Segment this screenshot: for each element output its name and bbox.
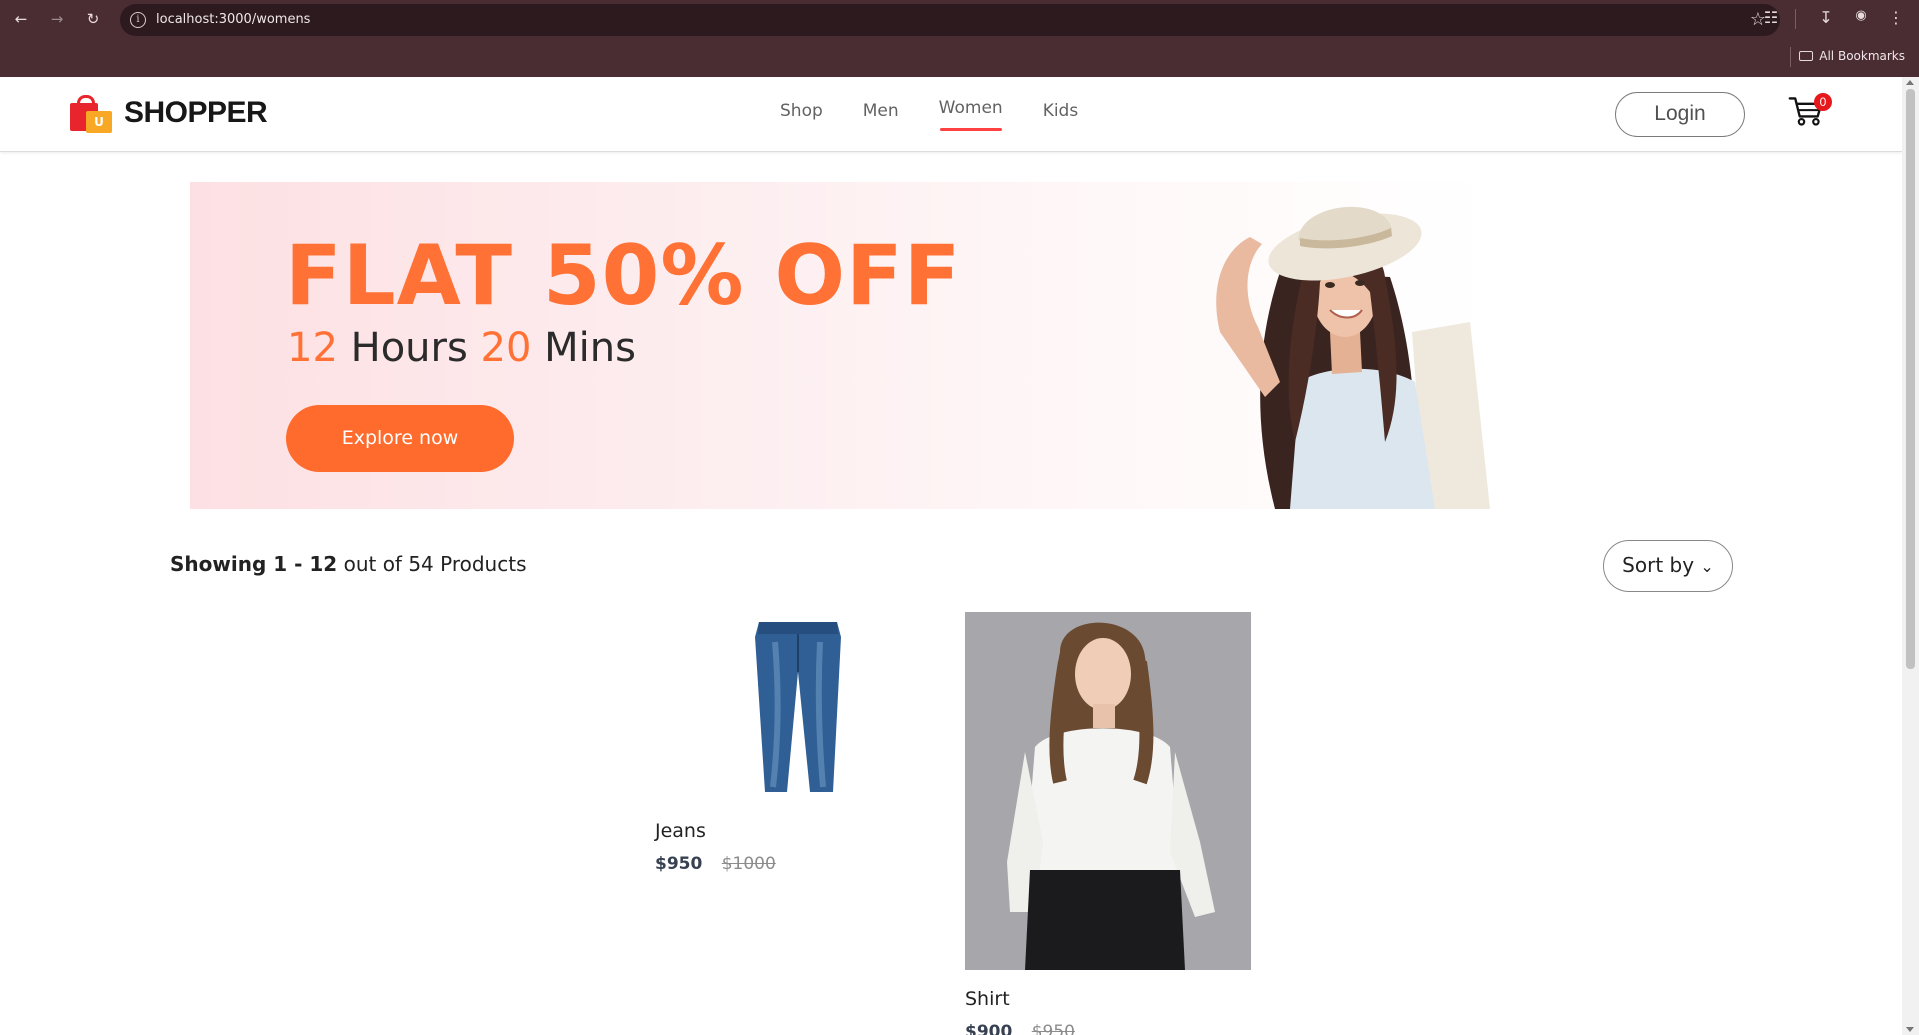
bookmarks-bar: All Bookmarks bbox=[0, 38, 1919, 77]
login-button[interactable]: Login bbox=[1615, 92, 1745, 137]
product-new-price: $950 bbox=[655, 854, 703, 874]
download-icon[interactable]: ↧ bbox=[1815, 8, 1837, 27]
product-prices: $950 $1000 bbox=[655, 854, 915, 874]
bookmarks-separator bbox=[1790, 47, 1791, 67]
folder-icon bbox=[1799, 51, 1814, 61]
product-old-price: $1000 bbox=[721, 854, 776, 874]
chevron-down-icon: ⌄ bbox=[1700, 557, 1714, 576]
product-image[interactable] bbox=[965, 612, 1251, 970]
nav-menu: Shop Men Women Kids bbox=[780, 98, 1118, 131]
product-card[interactable]: Shirt $900 $950 bbox=[965, 612, 1251, 1035]
countdown-hours-label: Hours bbox=[350, 325, 468, 371]
product-card[interactable]: Jeans $950 $1000 bbox=[655, 612, 915, 874]
countdown-mins-value: 20 bbox=[480, 325, 532, 371]
profile-icon[interactable]: ◉ bbox=[1850, 8, 1872, 23]
product-prices: $900 $950 bbox=[965, 1022, 1251, 1035]
promo-banner: FLAT 50% OFF 12 Hours 20 Mins Explore no… bbox=[190, 182, 1720, 509]
jeans-image bbox=[755, 622, 841, 792]
product-old-price: $950 bbox=[1031, 1022, 1075, 1035]
toolbar-separator bbox=[1795, 9, 1796, 29]
forward-icon[interactable]: → bbox=[46, 8, 68, 30]
shopping-bag-icon: U bbox=[70, 93, 112, 133]
nav-item-kids[interactable]: Kids bbox=[1043, 101, 1079, 121]
shirt-image bbox=[965, 612, 1251, 970]
banner-model-image bbox=[1216, 206, 1490, 509]
nav-item-men[interactable]: Men bbox=[863, 101, 899, 121]
product-image[interactable] bbox=[655, 612, 915, 802]
cart-count-badge: 0 bbox=[1814, 93, 1832, 111]
banner-countdown: 12 Hours 20 Mins bbox=[287, 325, 636, 371]
explore-now-button[interactable]: Explore now bbox=[286, 405, 514, 472]
product-new-price: $900 bbox=[965, 1022, 1013, 1035]
cart-button[interactable]: 0 bbox=[1788, 93, 1832, 133]
page-viewport: U SHOPPER Shop Men Women Kids Login 0 FL… bbox=[0, 77, 1902, 1035]
results-total: out of 54 Products bbox=[343, 552, 527, 576]
browser-chrome: ← → ↻ i localhost:3000/womens ☆ ☷ ↧ ◉ ⋮ … bbox=[0, 0, 1919, 77]
countdown-hours-value: 12 bbox=[287, 325, 338, 371]
scroll-down-arrow-icon[interactable] bbox=[1906, 1027, 1914, 1032]
menu-kebab-icon[interactable]: ⋮ bbox=[1885, 8, 1907, 27]
url-text[interactable]: localhost:3000/womens bbox=[156, 12, 310, 27]
sort-by-dropdown[interactable]: Sort by ⌄ bbox=[1603, 540, 1733, 592]
address-bar[interactable]: i localhost:3000/womens ☆ bbox=[120, 4, 1780, 36]
browser-toolbar: ← → ↻ i localhost:3000/womens ☆ ☷ ↧ ◉ ⋮ bbox=[0, 0, 1919, 38]
all-bookmarks-button[interactable]: All Bookmarks bbox=[1799, 49, 1905, 63]
scrollbar-thumb[interactable] bbox=[1906, 89, 1915, 669]
product-name[interactable]: Shirt bbox=[965, 988, 1251, 1010]
page-scrollbar[interactable] bbox=[1902, 77, 1919, 1035]
back-icon[interactable]: ← bbox=[10, 8, 32, 30]
brand-name: SHOPPER bbox=[124, 96, 268, 129]
product-name[interactable]: Jeans bbox=[655, 820, 915, 842]
results-range: Showing 1 - 12 bbox=[170, 552, 338, 576]
nav-item-women[interactable]: Women bbox=[939, 98, 1003, 131]
scroll-up-arrow-icon[interactable] bbox=[1906, 80, 1914, 85]
nav-item-shop[interactable]: Shop bbox=[780, 101, 823, 121]
results-count: Showing 1 - 12 out of 54 Products bbox=[170, 552, 527, 576]
banner-headline: FLAT 50% OFF bbox=[285, 227, 962, 324]
extensions-icon[interactable]: ☷ bbox=[1760, 8, 1782, 27]
reload-icon[interactable]: ↻ bbox=[82, 8, 104, 30]
brand-logo[interactable]: U SHOPPER bbox=[70, 93, 268, 133]
sort-by-label: Sort by bbox=[1622, 553, 1695, 577]
site-info-icon[interactable]: i bbox=[130, 12, 146, 28]
site-navbar: U SHOPPER Shop Men Women Kids Login 0 bbox=[0, 77, 1902, 152]
all-bookmarks-label: All Bookmarks bbox=[1819, 49, 1905, 63]
countdown-mins-label: Mins bbox=[544, 325, 636, 371]
